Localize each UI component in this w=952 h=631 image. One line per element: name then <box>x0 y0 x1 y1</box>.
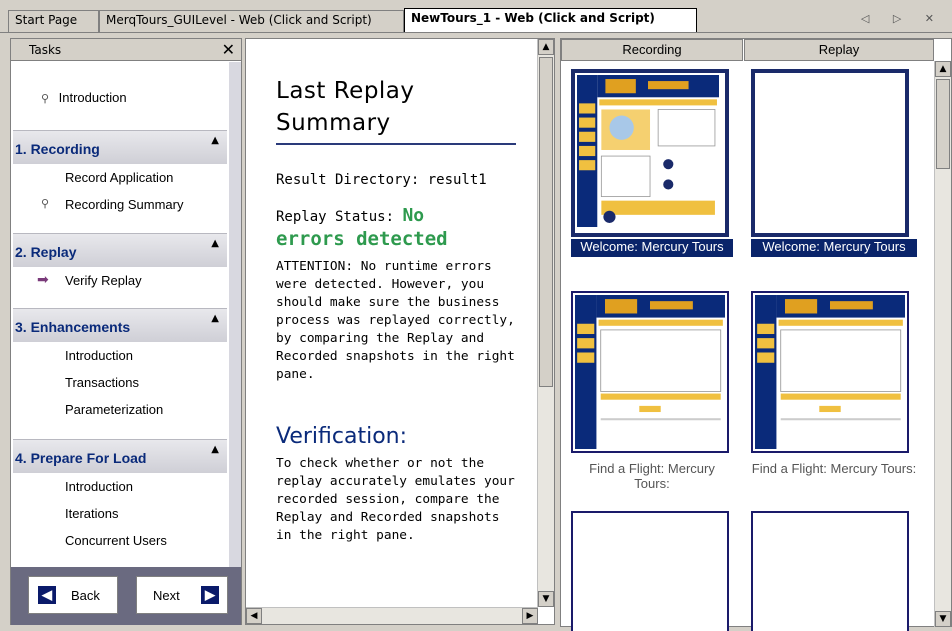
verification-text: To check whether or not the replay accur… <box>276 456 515 543</box>
task-verify-replay-label: Verify Replay <box>65 273 142 288</box>
task-parameterization[interactable]: Parameterization <box>13 396 227 423</box>
result-directory: Result Directory: result1 <box>276 172 487 188</box>
tasks-title: Tasks <box>29 43 62 57</box>
replay-snapshot-3[interactable] <box>751 511 909 631</box>
tasks-footer: ◀ Back Next ▶ <box>11 567 241 625</box>
scroll-down-button[interactable]: ▼ <box>935 611 951 627</box>
tasks-list: ⚲ Introduction 1. Recording ▲ Record App… <box>11 62 241 590</box>
snapshots-vertical-scrollbar[interactable]: ▲ ▼ <box>934 61 951 627</box>
task-parameterization-label: Parameterization <box>65 402 164 417</box>
task-enh-introduction-label: Introduction <box>65 348 133 363</box>
group-enhancements-title: 3. Enhancements <box>15 319 131 335</box>
scroll-thumb[interactable] <box>539 57 553 387</box>
back-button-label: Back <box>71 588 100 603</box>
summary-title-line2: Summary <box>276 110 391 136</box>
task-iterations-label: Iterations <box>65 506 119 521</box>
task-load-introduction[interactable]: Introduction <box>13 473 227 500</box>
task-introduction-label: Introduction <box>58 90 127 105</box>
recording-snapshot-find-flight[interactable] <box>571 291 729 453</box>
find-flight-page-thumbnail <box>575 295 725 449</box>
replay-snapshot-welcome[interactable] <box>751 69 909 237</box>
back-button[interactable]: ◀ Back <box>28 576 118 614</box>
replay-summary-panel: Last Replay Summary Result Directory: re… <box>245 38 555 625</box>
find-flight-page-thumbnail <box>755 295 905 449</box>
tab-navigation-icons[interactable]: ◁ ▷ ✕ <box>861 12 944 25</box>
task-concurrent-users-label: Concurrent Users <box>65 533 167 548</box>
tasks-panel: Tasks ✕ ⚲ Introduction 1. Recording ▲ Re… <box>10 38 242 625</box>
recording-snapshot-welcome[interactable] <box>571 69 729 237</box>
summary-content: Last Replay Summary Result Directory: re… <box>246 39 538 607</box>
task-recording-summary-label: Recording Summary <box>65 197 184 212</box>
group-replay: 2. Replay ▲ ➡ Verify Replay <box>13 233 227 294</box>
tab-start-page[interactable]: Start Page <box>8 10 99 32</box>
chevron-up-icon[interactable]: ▲ <box>211 444 219 455</box>
close-icon[interactable]: ✕ <box>222 40 235 59</box>
recording-snapshot-3[interactable] <box>571 511 729 631</box>
pin-icon: ⚲ <box>41 93 50 105</box>
group-recording-header[interactable]: 1. Recording ▲ <box>13 130 227 164</box>
tab-newtours-1[interactable]: NewTours_1 - Web (Click and Script) <box>404 8 697 33</box>
replay-status-label: Replay Status: <box>276 209 403 225</box>
next-button-label: Next <box>153 588 180 603</box>
summary-title-line1: Last Replay <box>276 78 415 104</box>
task-introduction[interactable]: ⚲ Introduction <box>41 90 127 105</box>
scroll-thumb[interactable] <box>936 79 950 169</box>
tasks-header: Tasks ✕ <box>11 39 241 61</box>
next-button[interactable]: Next ▶ <box>136 576 228 614</box>
group-prepare-for-load-header[interactable]: 4. Prepare For Load ▲ <box>13 439 227 473</box>
document-tab-bar: Start Page MerqTours_GUILevel - Web (Cli… <box>0 0 952 33</box>
task-load-introduction-label: Introduction <box>65 479 133 494</box>
task-enh-introduction[interactable]: Introduction <box>13 342 227 369</box>
replay-status-value-b: errors detected <box>276 228 448 250</box>
chevron-up-icon[interactable]: ▲ <box>211 313 219 324</box>
tab-merqtours-guilevel[interactable]: MerqTours_GUILevel - Web (Click and Scri… <box>99 10 404 32</box>
replay-snapshot-find-flight[interactable] <box>751 291 909 453</box>
chevron-up-icon[interactable]: ▲ <box>211 238 219 249</box>
task-record-application[interactable]: Record Application <box>13 164 227 191</box>
group-prepare-for-load-title: 4. Prepare For Load <box>15 450 147 466</box>
replay-column-header[interactable]: Replay <box>744 39 934 61</box>
group-replay-header[interactable]: 2. Replay ▲ <box>13 233 227 267</box>
welcome-page-thumbnail <box>577 75 719 227</box>
verification-title: Verification: <box>276 424 408 449</box>
replay-caption-find-flight[interactable]: Find a Flight: Mercury Tours: <box>751 461 917 497</box>
snapshots-panel: Recording Replay Welcome: Mercury Tours … <box>560 38 952 631</box>
replay-status: Replay Status: No <box>276 207 538 226</box>
recording-caption-welcome[interactable]: Welcome: Mercury Tours <box>571 239 733 257</box>
replay-status-value-a: No <box>402 205 425 226</box>
pin-icon: ⚲ <box>41 198 50 210</box>
group-prepare-for-load: 4. Prepare For Load ▲ Introduction Itera… <box>13 439 227 554</box>
arrow-left-icon: ◀ <box>38 586 56 604</box>
summary-title: Last Replay Summary <box>276 75 538 139</box>
group-replay-title: 2. Replay <box>15 244 77 260</box>
attention-text: ATTENTION: No runtime errors were detect… <box>276 259 515 382</box>
scroll-up-button[interactable]: ▲ <box>538 39 554 55</box>
task-verify-replay[interactable]: ➡ Verify Replay <box>13 267 227 294</box>
summary-title-rule <box>276 143 516 145</box>
group-recording: 1. Recording ▲ Record Application ⚲ Reco… <box>13 130 227 218</box>
tasks-side-strip <box>229 62 241 590</box>
recording-column-header[interactable]: Recording <box>561 39 743 61</box>
scroll-right-button[interactable]: ▶ <box>522 608 538 624</box>
task-transactions[interactable]: Transactions <box>13 369 227 396</box>
task-record-application-label: Record Application <box>65 170 174 185</box>
scroll-up-button[interactable]: ▲ <box>935 61 951 77</box>
scroll-down-button[interactable]: ▼ <box>538 591 554 607</box>
group-enhancements: 3. Enhancements ▲ Introduction Transacti… <box>13 308 227 423</box>
recording-caption-find-flight[interactable]: Find a Flight: Mercury Tours: <box>571 461 733 497</box>
chevron-up-icon[interactable]: ▲ <box>211 135 219 146</box>
scroll-left-button[interactable]: ◀ <box>246 608 262 624</box>
group-recording-title: 1. Recording <box>15 141 100 157</box>
group-enhancements-header[interactable]: 3. Enhancements ▲ <box>13 308 227 342</box>
task-transactions-label: Transactions <box>65 375 139 390</box>
summary-horizontal-scrollbar[interactable]: ◀ ▶ <box>246 607 538 624</box>
task-iterations[interactable]: Iterations <box>13 500 227 527</box>
task-recording-summary[interactable]: ⚲ Recording Summary <box>13 191 227 218</box>
task-concurrent-users[interactable]: Concurrent Users <box>13 527 227 554</box>
arrow-right-icon: ▶ <box>201 586 219 604</box>
summary-vertical-scrollbar[interactable]: ▲ ▼ <box>537 39 554 607</box>
replay-caption-welcome[interactable]: Welcome: Mercury Tours <box>751 239 917 257</box>
current-step-arrow-icon: ➡ <box>37 271 49 287</box>
